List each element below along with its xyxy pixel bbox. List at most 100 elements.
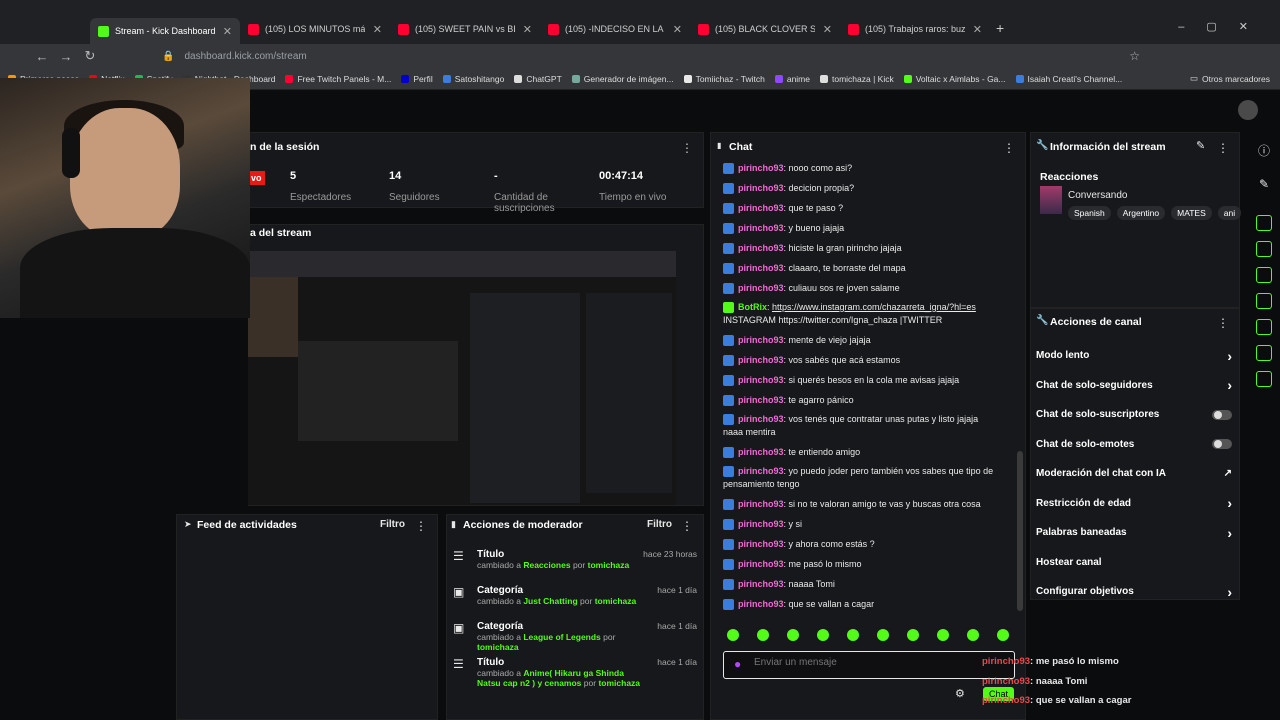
info-icon[interactable]: ⓘ (1248, 142, 1280, 159)
emote-icon[interactable] (757, 629, 769, 641)
settings-icon[interactable]: ⚙ (955, 687, 965, 700)
bookmark-item[interactable]: Tomiichaz - Twitch (683, 74, 765, 84)
bookmark-item[interactable]: ChatGPT (514, 74, 562, 84)
emote-icon[interactable] (937, 629, 949, 641)
emote-icon[interactable] (727, 629, 739, 641)
chat-input[interactable]: ● (723, 651, 1015, 679)
browser-tab[interactable]: (105) LOS MINUTOS más ADICT ✕ (240, 18, 390, 40)
star-icon[interactable]: ☆ (1129, 49, 1140, 63)
bookmark-item[interactable]: anime (774, 74, 810, 84)
channel-action-item[interactable]: Configurar objetivos › (1036, 577, 1232, 607)
stream-tag[interactable]: Argentino (1116, 206, 1166, 220)
message-icon[interactable] (1256, 293, 1272, 309)
bookmark-item[interactable]: tomichaza | Kick (820, 74, 894, 84)
chat-username[interactable]: pirincho93 (738, 375, 784, 385)
reload-icon[interactable]: ↻ (78, 48, 102, 64)
chat-username[interactable]: pirincho93 (738, 183, 784, 193)
document-icon[interactable] (1256, 267, 1272, 283)
emote-icon[interactable] (967, 629, 979, 641)
chat-username[interactable]: pirincho93 (738, 599, 784, 609)
channel-action-item[interactable]: Hostear canal (1036, 548, 1232, 578)
mod-action-user[interactable]: tomichaza (477, 642, 519, 652)
chat-username[interactable]: pirincho93 (738, 499, 784, 509)
stream-tag[interactable]: MATES (1171, 206, 1212, 220)
url-field[interactable]: 🔒 dashboard.kick.com/stream (162, 45, 1129, 67)
window-controls[interactable]: –▢✕ (1178, 20, 1270, 33)
chat-scrollbar[interactable] (1017, 451, 1023, 611)
chat-username[interactable]: pirincho93 (738, 447, 784, 457)
emote-icon[interactable] (907, 629, 919, 641)
bookmark-item[interactable]: Generador de imágen... (571, 74, 674, 84)
chat-username[interactable]: pirincho93 (738, 466, 784, 476)
bookmark-item[interactable]: Voltaic x Aimlabs - Ga... (903, 74, 1006, 84)
chat-username[interactable]: pirincho93 (738, 539, 784, 549)
channel-action-item[interactable]: Moderación del chat con IA ↗ (1036, 459, 1232, 489)
browser-tab[interactable]: (105) SWEET PAIN vs BELIC ✕ (390, 18, 540, 40)
mod-action-user[interactable]: tomichaza (588, 560, 630, 570)
chat-username[interactable]: pirincho93 (738, 243, 784, 253)
emote-icon[interactable] (877, 629, 889, 641)
mod-action-user[interactable]: tomichaza (598, 678, 640, 688)
stream-preview[interactable] (248, 251, 676, 505)
forward-icon[interactable]: → (54, 49, 78, 64)
tab-close-icon[interactable]: ✕ (673, 23, 682, 36)
activity-filter[interactable]: Filtro (380, 519, 405, 530)
toggle-switch[interactable] (1212, 409, 1232, 420)
browser-tab[interactable]: (105) Trabajos raros: buzo de ag ✕ (840, 18, 990, 40)
channel-actions-more-icon[interactable]: ⋮ (1217, 316, 1229, 330)
chat-username[interactable]: pirincho93 (738, 263, 784, 273)
chat-username[interactable]: pirincho93 (738, 223, 784, 233)
bookmark-item[interactable]: Satoshitango (442, 74, 504, 84)
mod-actions-more-icon[interactable]: ⋮ (681, 519, 693, 533)
bookmark-item[interactable]: Perfil (401, 74, 433, 84)
pencil-icon[interactable]: ✎ (1248, 177, 1280, 191)
toggle-switch[interactable] (1212, 439, 1232, 450)
browser-tab[interactable]: Stream - Kick Dashboard ✕ (90, 18, 240, 44)
emote-icon[interactable] (997, 629, 1009, 641)
new-tab-icon[interactable]: + (996, 20, 1004, 36)
bookmark-item[interactable]: Free Twitch Panels - M... (285, 74, 391, 84)
browser-tab[interactable]: (105) BLACK CLOVER S2 | Trailer ✕ (690, 18, 840, 40)
tab-close-icon[interactable]: ✕ (523, 23, 532, 36)
channel-action-item[interactable]: Restricción de edad › (1036, 489, 1232, 519)
tab-close-icon[interactable]: ✕ (223, 25, 232, 38)
chat-username[interactable]: pirincho93 (738, 579, 784, 589)
edit-icon[interactable]: ✎ (1196, 139, 1205, 152)
other-bookmarks[interactable]: ▭ Otros marcadores (1190, 73, 1280, 84)
tab-close-icon[interactable]: ✕ (973, 23, 982, 36)
broadcast-icon[interactable] (1256, 319, 1272, 335)
screen-icon[interactable] (1256, 215, 1272, 231)
emote-icon[interactable] (817, 629, 829, 641)
chat-username[interactable]: BotRix (738, 302, 767, 312)
channel-action-item[interactable]: Modo lento › (1036, 341, 1232, 371)
stream-info-more-icon[interactable]: ⋮ (1217, 141, 1229, 155)
channel-action-item[interactable]: Chat de solo-emotes (1036, 430, 1232, 460)
activity-more-icon[interactable]: ⋮ (415, 519, 427, 533)
bolt-icon[interactable] (1256, 241, 1272, 257)
back-icon[interactable]: ← (30, 49, 54, 64)
tab-close-icon[interactable]: ✕ (373, 23, 382, 36)
chat-username[interactable]: pirincho93 (738, 335, 784, 345)
bookmark-item[interactable]: Isaiah Creati's Channel... (1015, 74, 1122, 84)
emote-icon[interactable] (847, 629, 859, 641)
message-input[interactable] (754, 657, 954, 668)
layers-icon[interactable] (1256, 345, 1272, 361)
stream-tag[interactable]: Spanish (1068, 206, 1111, 220)
chat-username[interactable]: pirincho93 (738, 559, 784, 569)
channel-action-item[interactable]: Palabras baneadas › (1036, 518, 1232, 548)
chat-username[interactable]: pirincho93 (738, 283, 784, 293)
channel-action-item[interactable]: Chat de solo-seguidores › (1036, 371, 1232, 401)
chat-username[interactable]: pirincho93 (738, 163, 784, 173)
mod-action-user[interactable]: tomichaza (595, 596, 637, 606)
mic-icon[interactable]: ● (734, 657, 741, 671)
browser-tab[interactable]: (105) -INDECISO EN LA BARBER ✕ (540, 18, 690, 40)
emote-icon[interactable] (787, 629, 799, 641)
chat-username[interactable]: pirincho93 (738, 355, 784, 365)
tool-icon[interactable] (1256, 371, 1272, 387)
chat-username[interactable]: pirincho93 (738, 519, 784, 529)
chat-username[interactable]: pirincho93 (738, 395, 784, 405)
more-icon[interactable]: ⋮ (681, 141, 693, 155)
chat-username[interactable]: pirincho93 (738, 414, 784, 424)
channel-action-item[interactable]: Chat de solo-suscriptores (1036, 400, 1232, 430)
tab-close-icon[interactable]: ✕ (823, 23, 832, 36)
